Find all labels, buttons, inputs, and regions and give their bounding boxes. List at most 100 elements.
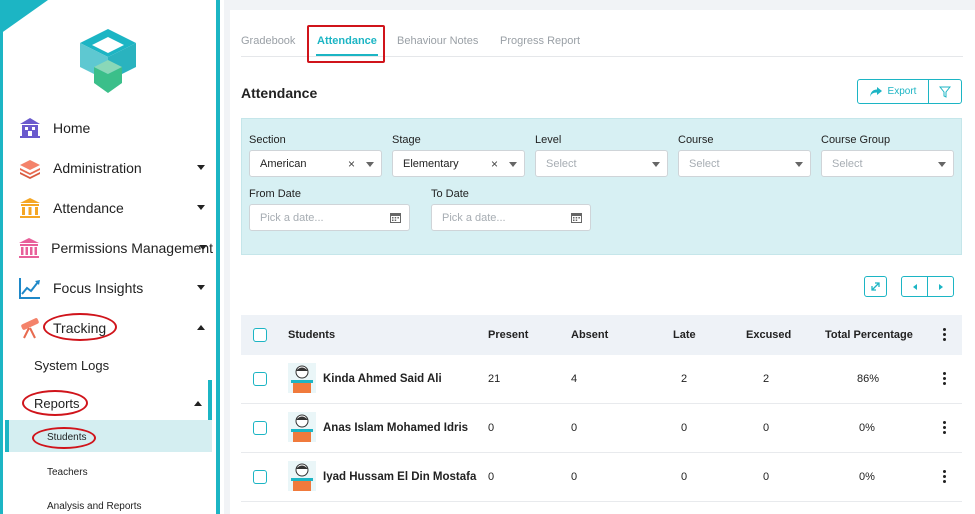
- column-header-absent[interactable]: Absent: [571, 329, 608, 341]
- column-header-excused[interactable]: Excused: [746, 329, 791, 341]
- absent-count: 4: [571, 373, 578, 385]
- share-arrow-icon: [869, 86, 882, 97]
- sidebar-item-home[interactable]: Home: [18, 114, 213, 142]
- sidebar-item-label: Permissions Management: [51, 240, 213, 256]
- from-date-placeholder: Pick a date...: [260, 211, 324, 224]
- row-menu-icon[interactable]: [943, 372, 947, 387]
- to-date-placeholder: Pick a date...: [442, 211, 506, 224]
- export-button[interactable]: Export: [858, 80, 929, 103]
- sidebar-item-permissions-management[interactable]: Permissions Management: [18, 234, 213, 262]
- sidebar-item-analysis-and-reports[interactable]: Analysis and Reports: [47, 501, 142, 512]
- stage-label: Stage: [392, 134, 421, 146]
- clear-icon[interactable]: ×: [491, 157, 498, 171]
- filter-button[interactable]: [929, 80, 961, 103]
- column-header-students[interactable]: Students: [288, 329, 335, 341]
- total-percentage: 86%: [857, 373, 880, 385]
- column-menu-icon[interactable]: [943, 328, 947, 343]
- toolbar-actions: Export: [857, 79, 962, 104]
- app-logo[interactable]: [72, 27, 144, 95]
- chevron-up-icon: [197, 325, 205, 330]
- chart-line-icon: [18, 276, 42, 300]
- column-header-present[interactable]: Present: [488, 329, 528, 341]
- student-name[interactable]: Kinda Ahmed Said Ali: [323, 373, 442, 385]
- row-checkbox[interactable]: [253, 470, 267, 484]
- level-label: Level: [535, 134, 562, 146]
- column-header-total-percentage[interactable]: Total Percentage: [825, 329, 913, 341]
- row-checkbox[interactable]: [253, 372, 267, 386]
- tab-gradebook[interactable]: Gradebook: [241, 35, 295, 47]
- calendar-icon[interactable]: [390, 212, 401, 223]
- sidebar-item-label: Administration: [53, 160, 142, 176]
- column-header-late[interactable]: Late: [673, 329, 696, 341]
- calendar-icon[interactable]: [571, 212, 582, 223]
- sidebar-item-teachers[interactable]: Teachers: [47, 467, 88, 478]
- page-title: Attendance: [241, 85, 318, 101]
- sidebar-item-label: Focus Insights: [53, 280, 144, 296]
- expand-button[interactable]: [864, 276, 887, 297]
- course-select[interactable]: Select: [678, 150, 811, 177]
- sidebar-item-system-logs[interactable]: System Logs: [34, 358, 109, 373]
- total-percentage: 0%: [859, 422, 875, 434]
- level-placeholder: Select: [546, 157, 577, 170]
- filter-icon: [939, 86, 951, 98]
- export-label: Export: [887, 86, 917, 97]
- sidebar-item-administration[interactable]: Administration: [18, 154, 213, 182]
- caret-right-icon: [938, 283, 943, 290]
- bank-icon: [18, 236, 40, 260]
- chevron-down-icon: [795, 162, 803, 167]
- chevron-down-icon: [652, 162, 660, 167]
- absent-count: 0: [571, 422, 578, 434]
- chevron-down-icon: [938, 162, 946, 167]
- attendance-tab-highlight-box: [307, 25, 385, 63]
- student-name[interactable]: Iyad Hussam El Din Mostafa: [323, 471, 476, 483]
- student-avatar-icon: [288, 412, 316, 442]
- course-group-select[interactable]: Select: [821, 150, 954, 177]
- row-menu-icon[interactable]: [943, 470, 947, 485]
- course-group-placeholder: Select: [832, 157, 863, 170]
- scroll-right-button[interactable]: [927, 277, 953, 296]
- row-menu-icon[interactable]: [943, 421, 947, 436]
- section-value: American: [260, 157, 307, 170]
- sidebar-item-focus-insights[interactable]: Focus Insights: [18, 274, 213, 302]
- tab-behaviour-notes[interactable]: Behaviour Notes: [397, 35, 478, 47]
- from-date-label: From Date: [249, 188, 301, 200]
- row-checkbox[interactable]: [253, 421, 267, 435]
- to-date-input[interactable]: Pick a date...: [431, 204, 591, 231]
- select-all-checkbox[interactable]: [253, 328, 267, 342]
- total-percentage: 0%: [859, 471, 875, 483]
- student-avatar-icon: [288, 363, 316, 393]
- caret-left-icon: [912, 283, 917, 290]
- to-date-label: To Date: [431, 188, 469, 200]
- clear-icon[interactable]: ×: [348, 157, 355, 171]
- stage-select[interactable]: Elementary ×: [392, 150, 525, 177]
- sidebar: Home Administration Attendance Permissio…: [0, 0, 220, 514]
- course-group-label: Course Group: [821, 134, 891, 146]
- tracking-highlight-oval: [43, 313, 117, 341]
- excused-count: 2: [763, 373, 770, 385]
- section-select[interactable]: American ×: [249, 150, 382, 177]
- excused-count: 0: [763, 471, 770, 483]
- students-highlight-oval: [32, 427, 96, 449]
- layers-icon: [18, 156, 42, 180]
- from-date-input[interactable]: Pick a date...: [249, 204, 410, 231]
- student-name[interactable]: Anas Islam Mohamed Idris: [323, 422, 468, 434]
- chevron-down-icon: [509, 162, 517, 167]
- sidebar-left-edge: [0, 0, 3, 514]
- late-count: 0: [681, 422, 688, 434]
- home-icon: [18, 116, 42, 140]
- section-label: Section: [249, 134, 286, 146]
- course-placeholder: Select: [689, 157, 720, 170]
- late-count: 0: [681, 471, 688, 483]
- sidebar-item-label: Home: [53, 120, 91, 136]
- telescope-icon: [18, 316, 42, 340]
- chevron-up-icon: [194, 401, 202, 406]
- scroll-left-button[interactable]: [902, 277, 927, 296]
- chevron-down-icon: [197, 285, 205, 290]
- sidebar-corner-decoration: [0, 0, 48, 34]
- stage-value: Elementary: [403, 157, 459, 170]
- present-count: 0: [488, 422, 495, 434]
- level-select[interactable]: Select: [535, 150, 668, 177]
- table-scroll-pager: [901, 276, 954, 297]
- tab-progress-report[interactable]: Progress Report: [500, 35, 580, 47]
- sidebar-item-attendance[interactable]: Attendance: [18, 194, 213, 222]
